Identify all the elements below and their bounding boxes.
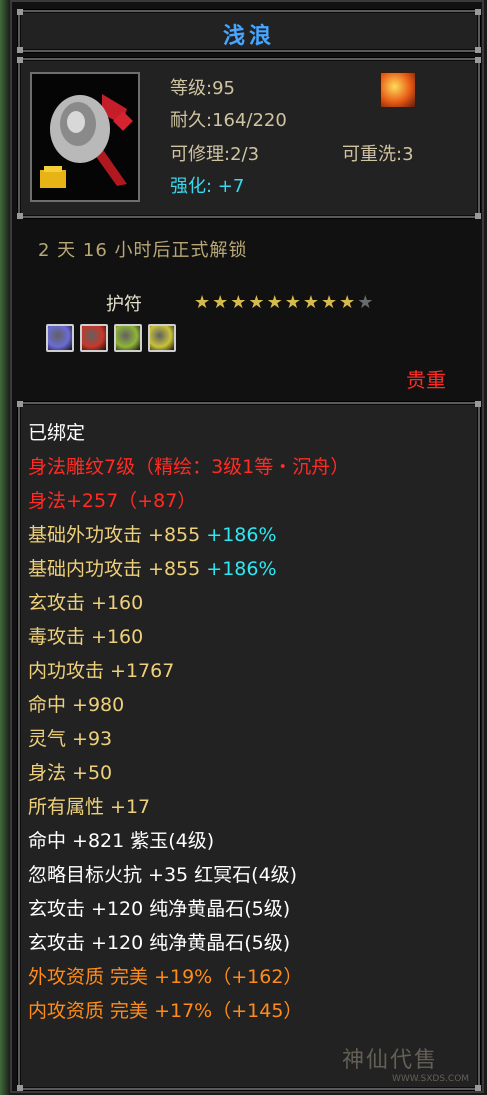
attribute-text: 身法+257（+87） bbox=[28, 490, 197, 512]
item-info-panel: 等级:95 耐久:164/220 可修理:2/3 可重洗:3 强化: +7 bbox=[17, 57, 481, 219]
attribute-text: 灵气 +93 bbox=[28, 728, 113, 750]
attribute-text: +186% bbox=[200, 524, 277, 546]
attribute-row: 外攻资质 完美 +19%（+162） bbox=[28, 960, 349, 994]
attribute-row: 命中 +821 紫玉(4级) bbox=[28, 824, 349, 858]
attribute-text: 内攻资质 完美 +17%（+145） bbox=[28, 1000, 303, 1022]
star-filled-icon: ★ bbox=[284, 292, 303, 313]
star-filled-icon: ★ bbox=[266, 292, 285, 313]
attribute-text: 所有属性 +17 bbox=[28, 796, 151, 818]
star-filled-icon: ★ bbox=[230, 292, 249, 313]
level-text: 等级:95 bbox=[170, 78, 235, 99]
attribute-row: 已绑定 bbox=[28, 416, 349, 450]
attribute-row: 内功攻击 +1767 bbox=[28, 654, 349, 688]
attribute-row: 基础外功攻击 +855 +186% bbox=[28, 518, 349, 552]
star-filled-icon: ★ bbox=[320, 292, 340, 313]
attribute-row: 身法 +50 bbox=[28, 756, 349, 790]
star-rating: ★★★★★★★★★★ bbox=[194, 292, 375, 313]
attribute-text: 基础内功攻击 +855 bbox=[28, 558, 201, 580]
attribute-text: 玄攻击 +120 纯净黄晶石(5级) bbox=[28, 898, 291, 920]
purple-gem-icon[interactable] bbox=[46, 324, 74, 352]
item-tooltip: 浅浪 等级:95 耐久:164/220 可修理:2/3 可重洗:3 强化: +7… bbox=[10, 0, 484, 1093]
attribute-text: 身法雕纹7级（精绘：3级1等・沉舟） bbox=[28, 456, 350, 478]
attribute-text: +186% bbox=[200, 558, 277, 580]
attribute-row: 内攻资质 完美 +17%（+145） bbox=[28, 994, 349, 1028]
attribute-row: 毒攻击 +160 bbox=[28, 620, 349, 654]
red-gem-icon[interactable] bbox=[80, 324, 108, 352]
star-filled-icon: ★ bbox=[194, 292, 213, 313]
attribute-row: 玄攻击 +160 bbox=[28, 586, 349, 620]
watermark-url: WWW.SXDS.COM bbox=[392, 1074, 470, 1084]
attribute-panel: 已绑定身法雕纹7级（精绘：3级1等・沉舟） 身法+257（+87） 基础外功攻击 +… bbox=[17, 401, 481, 1091]
attribute-row: 命中 +980 bbox=[28, 688, 349, 722]
attribute-row: 身法+257（+87） bbox=[28, 484, 349, 518]
yellow-gem-icon[interactable] bbox=[148, 324, 176, 352]
fire-element-icon bbox=[380, 72, 416, 108]
socketed-gems bbox=[46, 324, 182, 356]
attribute-text: 玄攻击 +160 bbox=[28, 592, 144, 614]
watermark: 神仙代售 bbox=[342, 1048, 439, 1073]
attribute-list: 已绑定身法雕纹7级（精绘：3级1等・沉舟） 身法+257（+87） 基础外功攻击 +… bbox=[28, 416, 349, 1028]
title-bar: 浅浪 bbox=[17, 9, 481, 53]
attribute-row: 基础内功攻击 +855 +186% bbox=[28, 552, 349, 586]
attribute-row: 忽略目标火抗 +35 红冥石(4级) bbox=[28, 858, 349, 892]
rewash-text: 可重洗:3 bbox=[342, 144, 414, 165]
attribute-text: 基础外功攻击 +855 bbox=[28, 524, 201, 546]
attribute-text: 内功攻击 +1767 bbox=[28, 660, 175, 682]
attribute-row: 所有属性 +17 bbox=[28, 790, 349, 824]
star-empty-icon: ★ bbox=[357, 292, 376, 313]
attribute-text: 身法 +50 bbox=[28, 762, 113, 784]
item-name: 浅浪 bbox=[222, 24, 275, 49]
attribute-text: 命中 +821 紫玉(4级) bbox=[28, 830, 215, 852]
game-scene-edge bbox=[0, 0, 10, 1095]
valuable-label: 贵重 bbox=[406, 368, 446, 392]
star-filled-icon: ★ bbox=[248, 292, 267, 313]
attribute-row: 玄攻击 +120 纯净黄晶石(5级) bbox=[28, 892, 349, 926]
star-filled-icon: ★ bbox=[212, 292, 231, 313]
attribute-text: 忽略目标火抗 +35 红冥石(4级) bbox=[28, 864, 298, 886]
attribute-row: 灵气 +93 bbox=[28, 722, 349, 756]
strengthen-text: 强化: +7 bbox=[170, 176, 245, 197]
star-filled-icon: ★ bbox=[302, 292, 321, 313]
attribute-row: 身法雕纹7级（精绘：3级1等・沉舟） bbox=[28, 450, 349, 484]
repair-text: 可修理:2/3 bbox=[170, 144, 260, 165]
star-filled-icon: ★ bbox=[339, 292, 358, 313]
durability-text: 耐久:164/220 bbox=[170, 110, 287, 131]
amulet-pendant-icon bbox=[30, 72, 140, 202]
unlock-timer: 2 天 16 小时后正式解锁 bbox=[38, 240, 248, 261]
yellow-green-gem-icon[interactable] bbox=[114, 324, 142, 352]
attribute-text: 玄攻击 +120 纯净黄晶石(5级) bbox=[28, 932, 291, 954]
attribute-text: 命中 +980 bbox=[28, 694, 125, 716]
attribute-text: 外攻资质 完美 +19%（+162） bbox=[28, 966, 303, 988]
attribute-text: 毒攻击 +160 bbox=[28, 626, 144, 648]
attribute-text: 已绑定 bbox=[28, 422, 86, 444]
attribute-row: 玄攻击 +120 纯净黄晶石(5级) bbox=[28, 926, 349, 960]
item-category: 护符 bbox=[106, 294, 142, 315]
